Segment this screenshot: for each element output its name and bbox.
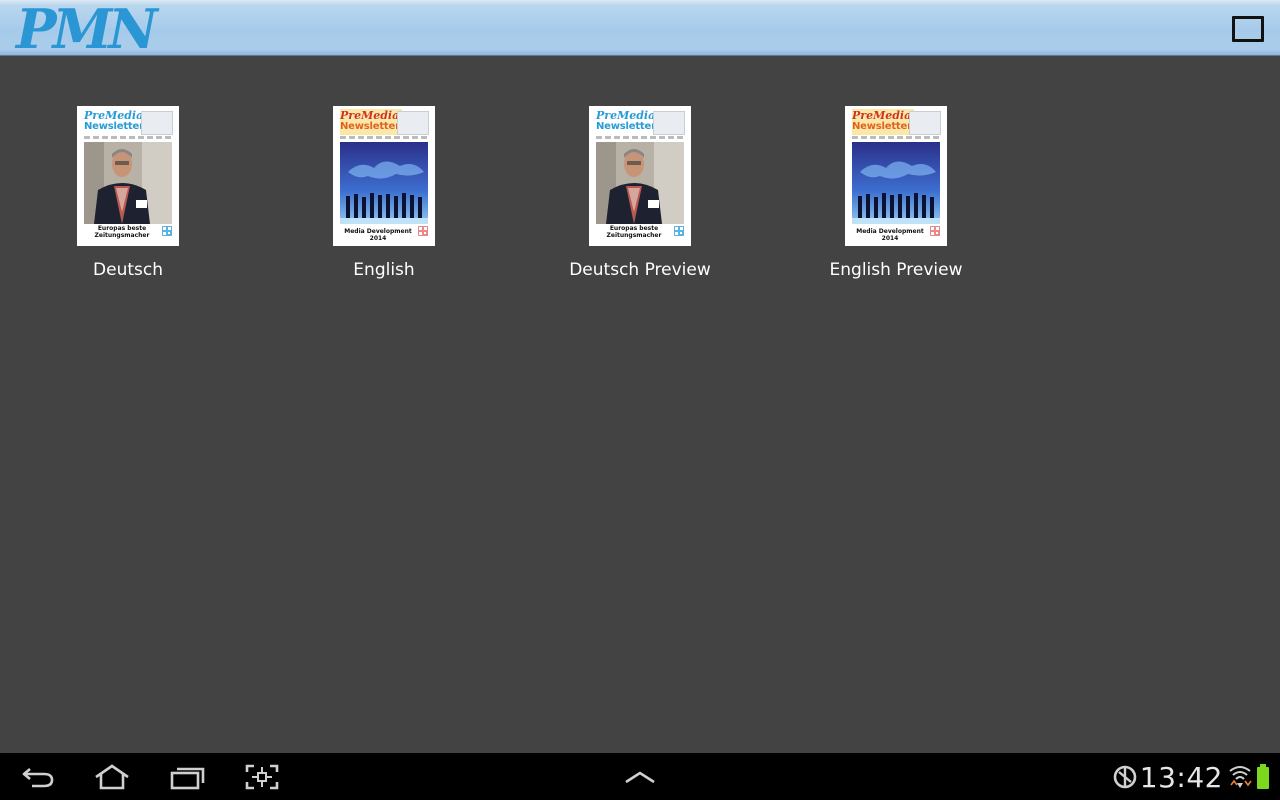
back-icon[interactable] (20, 763, 56, 791)
window-toggle-button[interactable] (1232, 16, 1264, 42)
cover-rule (596, 136, 685, 139)
cover-inset (397, 111, 429, 135)
issue-tile-deutsch-preview[interactable]: PreMedia Newsletter Europas beste Zeitun… (560, 106, 720, 296)
qr-code-icon (930, 226, 940, 236)
cover-photo-portrait (84, 142, 172, 224)
qr-code-icon (674, 226, 684, 236)
app-header: PMN (0, 0, 1280, 56)
cover-headline: Media Development 2014 (344, 228, 412, 242)
cover-photo-globe (852, 142, 940, 224)
sync-icon[interactable] (1110, 763, 1140, 791)
pmn-logo: PMN (14, 1, 164, 55)
up-chevron-icon[interactable] (622, 763, 658, 791)
cover-inset (141, 111, 173, 135)
cover-rule (852, 136, 941, 139)
issue-label: Deutsch (93, 260, 163, 280)
cover-rule (84, 136, 173, 139)
issue-cover: PreMedia Newsletter Europas beste Zeitun… (77, 106, 179, 246)
battery-icon (1257, 764, 1269, 789)
issue-cover: PreMedia Newsletter Media Development 20… (333, 106, 435, 246)
cover-masthead-sub: Newsletter (340, 121, 400, 132)
cover-rule (340, 136, 429, 139)
cover-photo-portrait (596, 142, 684, 224)
issue-label: Deutsch Preview (569, 260, 711, 280)
issue-grid: PreMedia Newsletter Europas beste Zeitun… (0, 57, 1280, 753)
recent-apps-icon[interactable] (170, 763, 206, 791)
cover-masthead-sub: Newsletter (852, 121, 912, 132)
cover-headline: Media Development 2014 (856, 228, 924, 242)
home-icon[interactable] (94, 763, 130, 791)
issue-cover: PreMedia Newsletter Europas beste Zeitun… (589, 106, 691, 246)
cover-inset (653, 111, 685, 135)
issue-cover: PreMedia Newsletter Media Development 20… (845, 106, 947, 246)
status-clock: 13:42 (1139, 761, 1223, 794)
cover-headline: Europas beste Zeitungsmacher (94, 225, 150, 239)
square-outline-icon (1232, 16, 1264, 42)
issue-tile-english[interactable]: PreMedia Newsletter Media Development 20… (304, 106, 464, 296)
qr-code-icon (418, 226, 428, 236)
issue-label: English (353, 260, 415, 280)
issue-tile-deutsch[interactable]: PreMedia Newsletter Europas beste Zeitun… (48, 106, 208, 296)
screenshot-icon[interactable] (244, 763, 280, 791)
cover-photo-globe (340, 142, 428, 224)
system-navbar: 13:42 (0, 753, 1280, 800)
logo-text: PMN (14, 1, 160, 55)
wifi-icon (1229, 766, 1252, 788)
issue-tile-english-preview[interactable]: PreMedia Newsletter Media Development 20… (816, 106, 976, 296)
cover-masthead-sub: Newsletter (84, 121, 144, 132)
cover-headline: Europas beste Zeitungsmacher (606, 225, 662, 239)
cover-masthead-sub: Newsletter (596, 121, 656, 132)
cover-inset (909, 111, 941, 135)
issue-label: English Preview (829, 260, 963, 280)
qr-code-icon (162, 226, 172, 236)
